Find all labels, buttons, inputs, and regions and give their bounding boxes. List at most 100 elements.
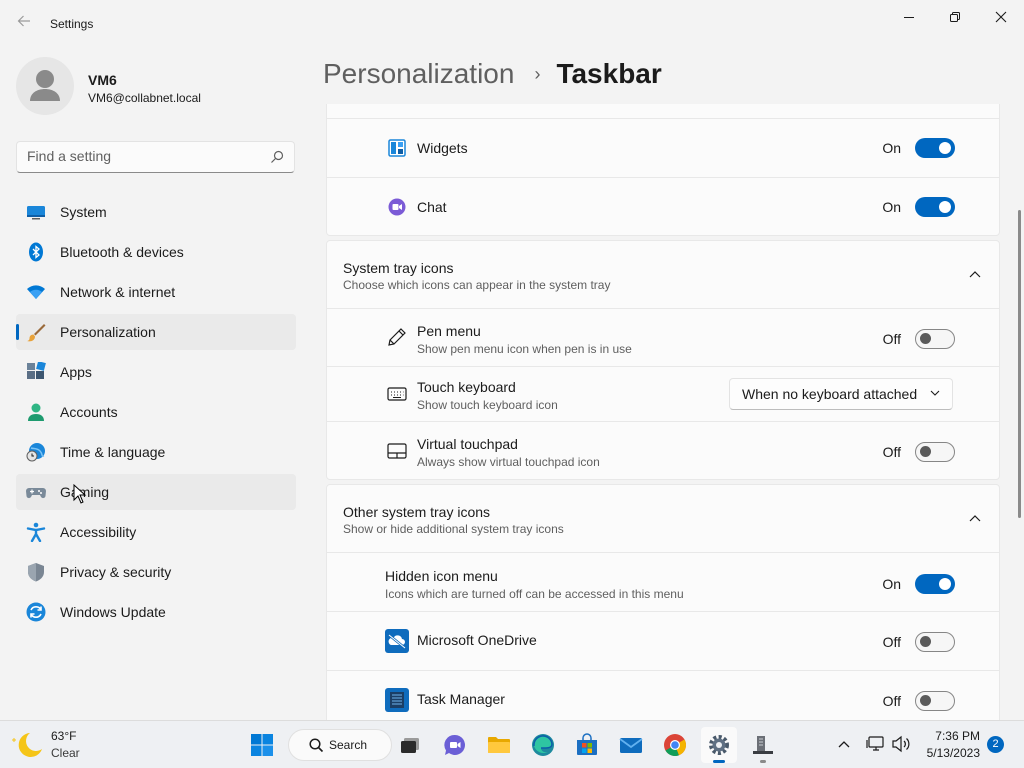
minimize-button[interactable] [886, 4, 932, 30]
restore-button[interactable] [932, 4, 978, 30]
sidebar-item-label: Personalization [60, 324, 156, 340]
settings-icon [709, 735, 729, 755]
weather-temperature[interactable]: 63°F [51, 729, 76, 743]
chevron-up-icon[interactable] [969, 270, 981, 278]
close-button[interactable] [978, 4, 1024, 30]
search-input[interactable] [27, 148, 257, 164]
taskbar-items-card: Widgets On Chat On [326, 104, 1000, 236]
touch-keyboard-dropdown[interactable]: When no keyboard attached [729, 378, 953, 410]
sidebar-item-gaming[interactable]: Gaming [16, 474, 296, 510]
user-email: VM6@collabnet.local [88, 91, 201, 105]
user-name: VM6 [88, 72, 117, 88]
globe-clock-icon [26, 443, 45, 462]
network-monitor-icon[interactable] [866, 735, 886, 753]
server-manager-button[interactable] [745, 727, 781, 763]
chat-row[interactable]: Chat On [327, 178, 999, 236]
row-title: Chat [417, 199, 447, 215]
virtual-touchpad-toggle[interactable] [915, 442, 955, 462]
sidebar-item-system[interactable]: System [16, 194, 296, 230]
widgets-icon [388, 139, 406, 157]
volume-icon[interactable] [891, 735, 911, 753]
settings-content: Widgets On Chat On System tray icons Cho… [326, 104, 1000, 720]
title-bar: Settings [0, 0, 1024, 48]
accessibility-icon [26, 522, 46, 542]
sidebar-item-label: Network & internet [60, 284, 176, 300]
breadcrumb: Personalization › Taskbar [323, 58, 662, 90]
onedrive-row: Microsoft OneDrive Off [327, 612, 999, 670]
selected-indicator [16, 324, 19, 340]
running-indicator [713, 760, 725, 763]
sidebar-item-personalization[interactable]: Personalization [16, 314, 296, 350]
settings-search[interactable] [16, 141, 295, 173]
task-view-button[interactable] [392, 727, 428, 763]
other-tray-header[interactable]: Other system tray icons Show or hide add… [327, 485, 999, 552]
toggle-state-label: On [882, 576, 901, 592]
chevron-up-icon[interactable] [838, 740, 850, 748]
sidebar-item-windows-update[interactable]: Windows Update [16, 594, 296, 630]
sidebar-item-bluetooth[interactable]: Bluetooth & devices [16, 234, 296, 270]
onedrive-toggle[interactable] [915, 632, 955, 652]
widgets-row[interactable]: Widgets On [327, 119, 999, 177]
hidden-icon-menu-row: Hidden icon menu Icons which are turned … [327, 553, 999, 611]
start-button[interactable] [244, 727, 280, 763]
apps-icon [27, 362, 46, 379]
toggle-state-label: Off [882, 693, 901, 709]
weather-moon-icon[interactable] [10, 730, 44, 760]
taskbar-search[interactable]: Search [288, 729, 392, 761]
clock-date[interactable]: 5/13/2023 [927, 746, 980, 760]
row-subtitle: Show pen menu icon when pen is in use [417, 342, 632, 356]
clock-time[interactable]: 7:36 PM [935, 729, 980, 743]
row-subtitle: Icons which are turned off can be access… [385, 587, 684, 601]
avatar[interactable] [16, 57, 74, 115]
chevron-up-icon[interactable] [969, 514, 981, 522]
content-scrollbar[interactable] [1018, 210, 1021, 518]
sidebar-item-accounts[interactable]: Accounts [16, 394, 296, 430]
search-icon[interactable] [270, 150, 284, 164]
sidebar-item-network[interactable]: Network & internet [16, 274, 296, 310]
sidebar-item-apps[interactable]: Apps [16, 354, 296, 390]
settings-taskbar-button[interactable] [701, 727, 737, 763]
back-button[interactable] [12, 12, 36, 36]
task-manager-toggle[interactable] [915, 691, 955, 711]
sidebar-item-label: Apps [60, 364, 92, 380]
toggle-state-label: Off [882, 444, 901, 460]
notification-badge[interactable]: 2 [987, 736, 1004, 753]
sidebar-item-time-language[interactable]: Time & language [16, 434, 296, 470]
widgets-toggle[interactable] [915, 138, 955, 158]
sidebar-item-label: System [60, 204, 107, 220]
mouse-cursor-icon [73, 484, 87, 504]
gamepad-icon [26, 488, 46, 499]
row-title: Widgets [417, 140, 468, 156]
mail-icon [619, 738, 643, 753]
dropdown-value: When no keyboard attached [742, 386, 918, 402]
hidden-icon-menu-toggle[interactable] [915, 574, 955, 594]
system-tray-header[interactable]: System tray icons Choose which icons can… [327, 241, 999, 308]
pen-menu-row: Pen menu Show pen menu icon when pen is … [327, 309, 999, 366]
edge-button[interactable] [525, 727, 561, 763]
start-icon [251, 734, 273, 756]
chrome-icon [664, 734, 687, 757]
teams-chat-icon [444, 734, 465, 755]
store-button[interactable] [569, 727, 605, 763]
shield-icon [28, 563, 44, 582]
mail-button[interactable] [613, 727, 649, 763]
sidebar-item-accessibility[interactable]: Accessibility [16, 514, 296, 550]
weather-description[interactable]: Clear [51, 746, 80, 760]
sidebar-item-privacy[interactable]: Privacy & security [16, 554, 296, 590]
sidebar-item-label: Windows Update [60, 604, 166, 620]
task-manager-row: Task Manager Off [327, 671, 999, 720]
toggle-knob [920, 333, 931, 344]
monitor-icon [27, 206, 45, 220]
breadcrumb-parent[interactable]: Personalization [323, 58, 514, 89]
user-silhouette-icon [30, 70, 60, 101]
virtual-touchpad-row: Virtual touchpad Always show virtual tou… [327, 422, 999, 479]
chat-button[interactable] [437, 727, 473, 763]
chrome-button[interactable] [657, 727, 693, 763]
row-title: Hidden icon menu [385, 568, 498, 584]
chat-toggle[interactable] [915, 197, 955, 217]
close-icon [995, 11, 1007, 23]
touch-keyboard-row: Touch keyboard Show touch keyboard icon … [327, 367, 999, 421]
file-explorer-button[interactable] [481, 727, 517, 763]
section-subtitle: Show or hide additional system tray icon… [343, 522, 564, 536]
pen-menu-toggle[interactable] [915, 329, 955, 349]
